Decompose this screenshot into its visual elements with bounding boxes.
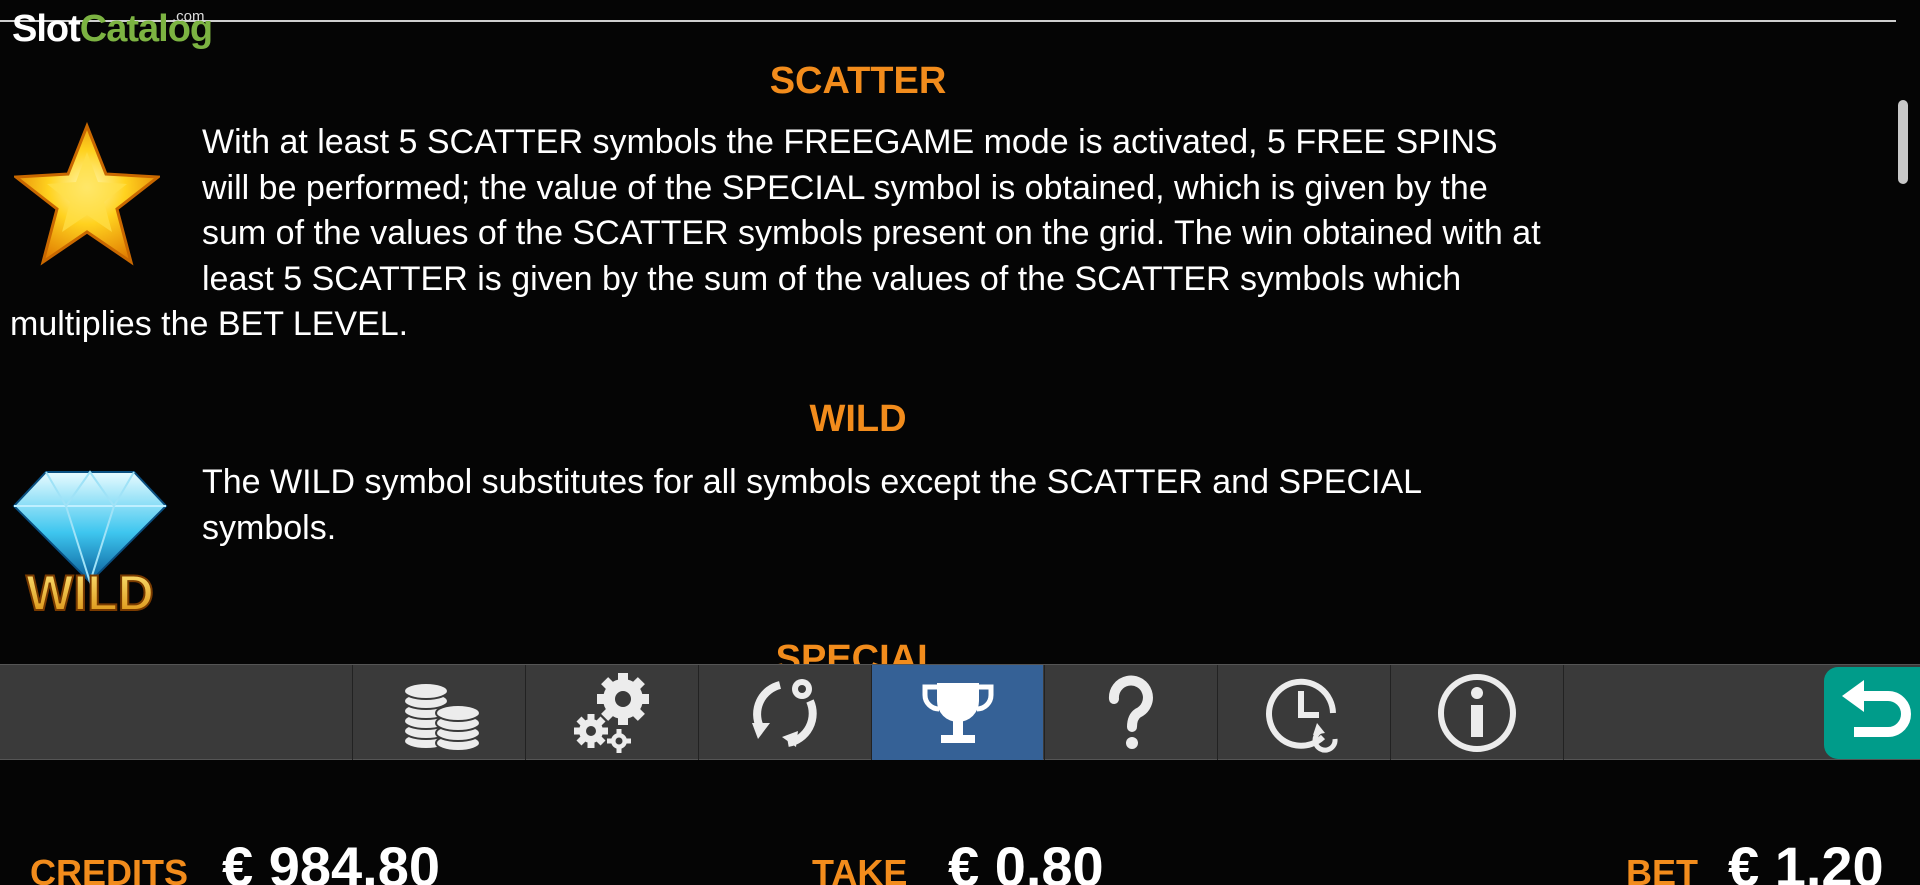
settings-button[interactable] (525, 665, 697, 761)
take-value: € 0.80 (948, 835, 1104, 885)
back-arrow-icon (1842, 680, 1911, 737)
wild-description: The WILD symbol substitutes for all symb… (202, 463, 1423, 547)
bottom-toolbar (0, 664, 1920, 761)
scrollbar-thumb[interactable] (1898, 100, 1908, 184)
info-icon (1437, 674, 1516, 752)
svg-text:WILD: WILD (26, 565, 154, 621)
bet-label: BET (1626, 852, 1698, 885)
gears-icon (573, 673, 649, 753)
autoplay-button[interactable] (698, 665, 870, 761)
paytable-content[interactable]: SCATTER With at least 5 SCATTER symbols … (0, 22, 1896, 664)
scatter-description: With at least 5 SCATTER symbols the FREE… (10, 123, 1541, 343)
slotcatalog-watermark: SlotCatalog .com (12, 8, 213, 50)
paytable-button[interactable] (871, 665, 1043, 761)
credits-value: € 984.80 (222, 835, 440, 885)
back-button[interactable] (1824, 667, 1920, 759)
scrollbar-track[interactable] (1896, 0, 1920, 664)
help-button[interactable] (1044, 665, 1216, 761)
scatter-heading: SCATTER (769, 60, 947, 102)
history-button[interactable] (1217, 665, 1389, 761)
credits-label: CREDITS (30, 852, 189, 885)
coins-icon (402, 682, 481, 752)
status-footer: CREDITS € 984.80 TAKE € 0.80 BET € 1.20 (0, 760, 1920, 885)
history-icon (1265, 678, 1338, 753)
info-button[interactable] (1390, 665, 1562, 761)
help-icon (1108, 675, 1153, 749)
wild-heading: WILD (809, 398, 907, 440)
bet-value: € 1.20 (1728, 835, 1884, 885)
coins-button[interactable] (352, 665, 524, 761)
trophy-icon (922, 683, 993, 743)
toolbar-divider (1563, 665, 1564, 761)
autoplay-icon (751, 679, 817, 747)
special-heading: SPECIAL (775, 638, 941, 664)
take-label: TAKE (812, 852, 908, 885)
